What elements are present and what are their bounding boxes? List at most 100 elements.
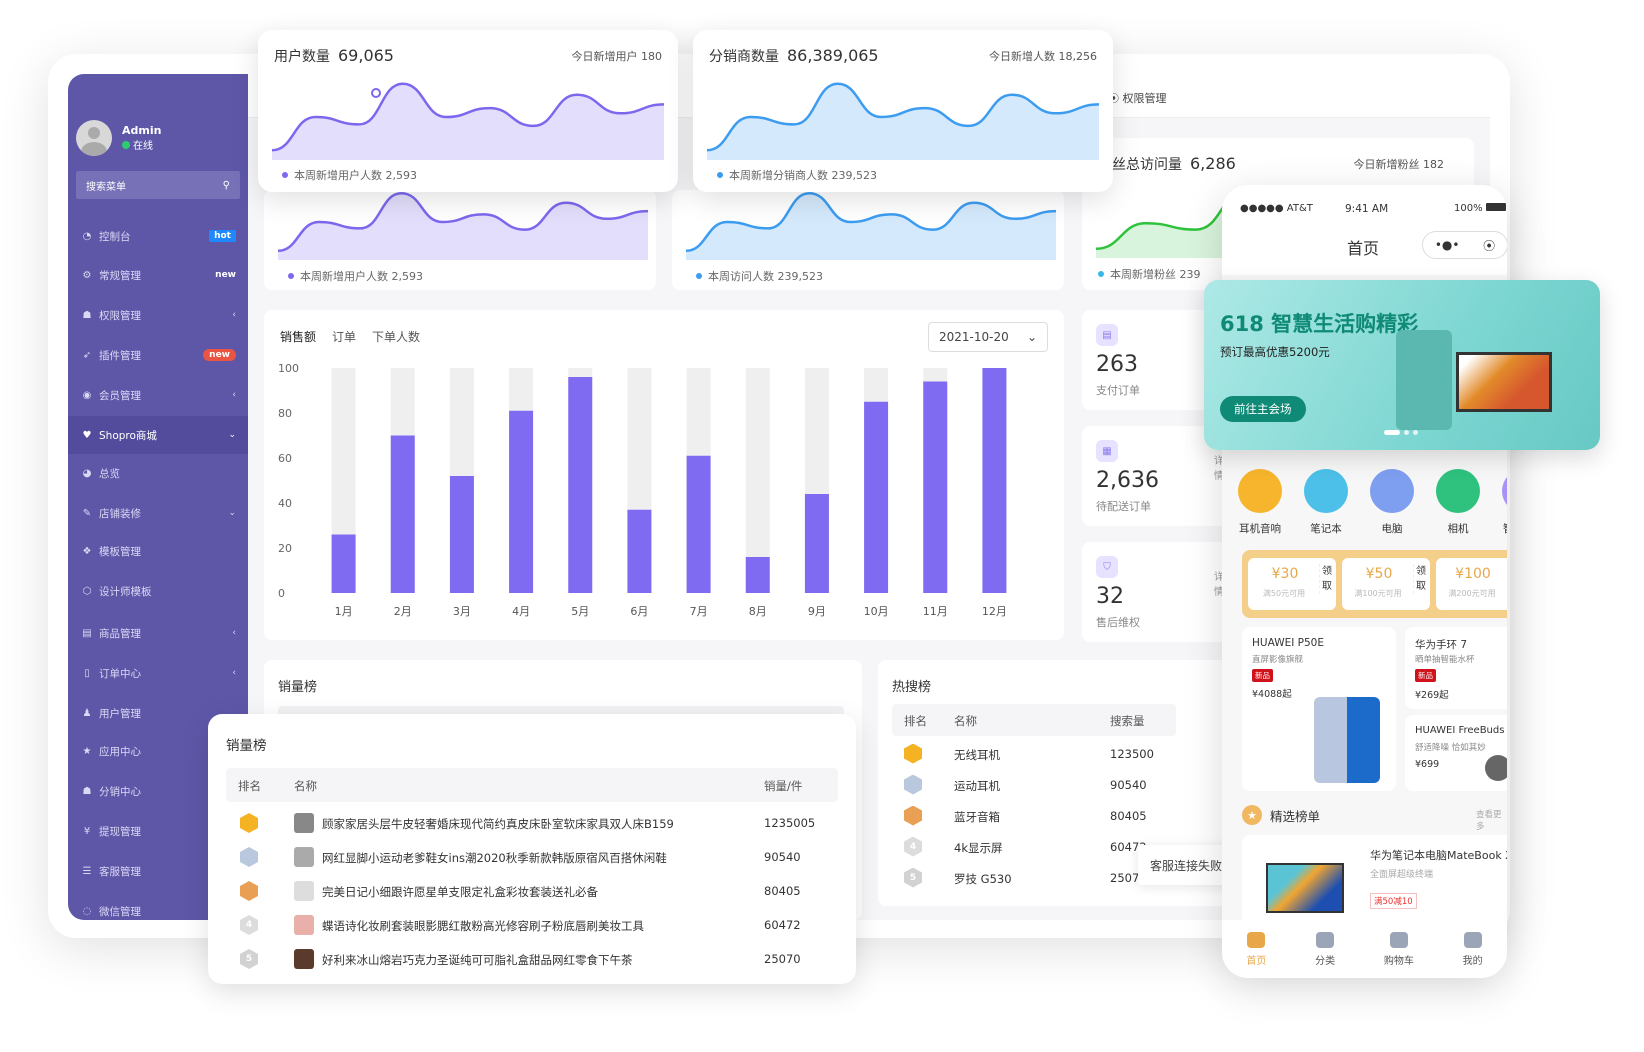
pager-dot[interactable] bbox=[1413, 430, 1418, 435]
menu-search-input[interactable]: 搜索菜单 ⚲ bbox=[76, 171, 240, 199]
search-placeholder: 搜索菜单 bbox=[86, 181, 126, 193]
col-name: 名称 bbox=[294, 779, 317, 793]
fans-today: 今日新增粉丝 182 bbox=[1353, 158, 1445, 171]
tab-buyers[interactable]: 下单人数 bbox=[372, 328, 420, 345]
sidebar-item-6[interactable]: ◕ 总览 bbox=[68, 454, 248, 492]
bar-1月[interactable] bbox=[331, 534, 356, 594]
product-name: HUAWEI P50E bbox=[1252, 637, 1324, 649]
avatar[interactable] bbox=[76, 120, 112, 156]
row-value: 60472 bbox=[764, 918, 801, 932]
search-icon[interactable]: ⚲ bbox=[223, 180, 230, 191]
claim-button[interactable]: 领取 bbox=[1319, 564, 1332, 594]
close-circle-icon[interactable]: ⦿ bbox=[1483, 237, 1495, 254]
sidebar-item-label: 插件管理 bbox=[99, 349, 141, 362]
product-desc: 晒单抽智能水杯 bbox=[1415, 655, 1475, 665]
table-row[interactable]: 网红显脚小运动老爹鞋女ins潮2020秋季新款韩版原宿风百搭休闲鞋 90540 bbox=[208, 840, 856, 874]
sidebar-item-4[interactable]: ◉ 会员管理 ‹ bbox=[68, 376, 248, 414]
chart-tabs: 销售额 订单 下单人数 bbox=[280, 328, 420, 345]
tab-cart[interactable]: 购物车 bbox=[1383, 931, 1414, 967]
tab-label: 分类 bbox=[1315, 955, 1336, 967]
promo-banner[interactable]: 618 智慧生活购精彩 预订最高优惠5200元 前往主会场 bbox=[1204, 280, 1600, 450]
coupon-1[interactable]: ¥50 满100元可用 领取 bbox=[1342, 558, 1430, 610]
category-4[interactable]: 智能手表 bbox=[1496, 469, 1507, 536]
bar-9月[interactable] bbox=[804, 494, 829, 593]
tab-sales[interactable]: 销售额 bbox=[280, 328, 316, 345]
profile-icon bbox=[1463, 931, 1482, 948]
more-icon[interactable]: •●• bbox=[1435, 238, 1460, 252]
status-text: 在线 bbox=[133, 141, 153, 152]
tab-home[interactable]: 首页 bbox=[1246, 931, 1266, 967]
featured-item[interactable]: 华为笔记本电脑MateBook X Pro 全面屏超级终端 满50减10 bbox=[1242, 835, 1507, 925]
stat-label: 售后维权 bbox=[1096, 616, 1140, 629]
tab-permission[interactable]: ⦿ 权限管理 bbox=[1108, 90, 1167, 106]
bar-8月[interactable] bbox=[745, 557, 770, 593]
product-card-freebuds[interactable]: HUAWEI FreeBuds 4E 舒适降噪 恰如其妙 ¥699 bbox=[1405, 715, 1507, 791]
bar-12月[interactable] bbox=[982, 368, 1007, 593]
chevron-icon: ‹ bbox=[232, 668, 236, 678]
new-tag: 新品 bbox=[1252, 669, 1273, 682]
sidebar-item-11[interactable]: ▯ 订单中心 ‹ bbox=[68, 654, 248, 692]
banner-pager[interactable] bbox=[1384, 430, 1418, 435]
table-row[interactable]: 运动耳机 90540 bbox=[878, 769, 1228, 800]
tab-profile[interactable]: 我的 bbox=[1463, 931, 1483, 967]
sidebar-item-label: 商品管理 bbox=[99, 627, 141, 640]
sidebar-item-9[interactable]: ⬡ 设计师模板 bbox=[68, 572, 248, 610]
bar-10月[interactable] bbox=[864, 401, 889, 593]
view-more-link[interactable]: 查看更多 bbox=[1476, 808, 1507, 832]
sidebar-item-label: 店铺装修 bbox=[99, 507, 141, 520]
coupon-0[interactable]: ¥30 满50元可用 领取 bbox=[1248, 558, 1336, 610]
tab-category[interactable]: 分类 bbox=[1315, 931, 1336, 967]
table-row[interactable]: 蓝牙音箱 80405 bbox=[878, 800, 1228, 831]
row-value: 123500 bbox=[1110, 746, 1154, 761]
x-tick-label: 4月 bbox=[512, 605, 530, 618]
star-icon: ★ bbox=[82, 745, 92, 757]
bar-2月[interactable] bbox=[390, 435, 415, 594]
sidebar-item-10[interactable]: ▤ 商品管理 ‹ bbox=[68, 614, 248, 652]
product-card-p50e[interactable]: HUAWEI P50E 直屏影像旗舰 新品 ¥4088起 bbox=[1242, 627, 1396, 791]
sidebar-item-7[interactable]: ✎ 店铺装修 ⌄ bbox=[68, 494, 248, 532]
x-tick-label: 1月 bbox=[335, 605, 353, 618]
tab-orders[interactable]: 订单 bbox=[332, 328, 356, 345]
pager-dot[interactable] bbox=[1404, 430, 1409, 435]
x-tick-label: 6月 bbox=[630, 605, 648, 618]
bar-7月[interactable] bbox=[686, 455, 711, 593]
category-3[interactable]: 相机 bbox=[1430, 469, 1486, 536]
coupon-2[interactable]: ¥100满200元可用领取 bbox=[1436, 558, 1507, 610]
stat-card-2[interactable]: ⛉ 32 售后维权 详情 bbox=[1082, 542, 1232, 642]
archive-icon: ▤ bbox=[82, 627, 92, 639]
product-thumbnail bbox=[294, 847, 314, 867]
category-label: 笔记本 bbox=[1310, 523, 1342, 535]
bar-11月[interactable] bbox=[923, 381, 948, 594]
sidebar-item-5[interactable]: ♥ Shopro商城 ⌄ bbox=[68, 416, 248, 454]
claim-button[interactable]: 领取 bbox=[1413, 564, 1426, 594]
pager-dot-active[interactable] bbox=[1384, 430, 1400, 435]
bar-5月[interactable] bbox=[568, 377, 593, 593]
col-rank: 排名 bbox=[904, 714, 927, 728]
row-name: 网红显脚小运动老爹鞋女ins潮2020秋季新款韩版原宿风百搭休闲鞋 bbox=[322, 851, 667, 865]
sidebar-item-label: 用户管理 bbox=[99, 707, 141, 720]
category-2[interactable]: 电脑 bbox=[1364, 469, 1420, 536]
category-0[interactable]: 耳机音响 bbox=[1232, 469, 1288, 536]
group-icon: ☗ bbox=[82, 309, 92, 321]
table-row[interactable]: 4 蝶语诗化妆刷套装眼影腮红散粉高光修容刷子粉底唇刷美妆工具 60472 bbox=[208, 908, 856, 942]
banner-button[interactable]: 前往主会场 bbox=[1220, 396, 1306, 422]
bar-4月[interactable] bbox=[509, 410, 534, 593]
sidebar-item-2[interactable]: ☗ 权限管理 ‹ bbox=[68, 296, 248, 334]
star-icon: ★ bbox=[1242, 805, 1262, 825]
sidebar-item-1[interactable]: ⚙ 常规管理 new bbox=[68, 256, 248, 294]
table-row[interactable]: 5 好利来冰山熔岩巧克力圣诞纯可可脂礼盒甜品网红零食下午茶 25070 bbox=[208, 942, 856, 976]
table-row[interactable]: 顾家家居头层牛皮轻奢婚床现代简约真皮床卧室软床家具双人床B159 1235005 bbox=[208, 806, 856, 840]
table-row[interactable]: 无线耳机 123500 bbox=[878, 738, 1228, 769]
online-dot-icon bbox=[122, 140, 130, 149]
product-card-band7[interactable]: 华为手环 7 晒单抽智能水杯 新品 ¥269起 bbox=[1405, 627, 1507, 709]
table-row[interactable]: 完美日记小细跟许愿星单支限定礼盒彩妆套装送礼必备 80405 bbox=[208, 874, 856, 908]
bar-3月[interactable] bbox=[449, 476, 474, 593]
bar-6月[interactable] bbox=[627, 509, 652, 593]
sidebar-item-8[interactable]: ❖ 模板管理 bbox=[68, 532, 248, 570]
tab-label: 购物车 bbox=[1383, 955, 1414, 967]
category-1[interactable]: 笔记本 bbox=[1298, 469, 1354, 536]
sidebar-item-0[interactable]: ◔ 控制台 hot bbox=[68, 217, 248, 255]
date-select[interactable]: 2021-10-20 ⌄ bbox=[928, 322, 1048, 352]
sidebar-item-3[interactable]: ➶ 插件管理 new bbox=[68, 336, 248, 374]
fans-title: 丝总访问量 6,286 bbox=[1112, 154, 1236, 174]
